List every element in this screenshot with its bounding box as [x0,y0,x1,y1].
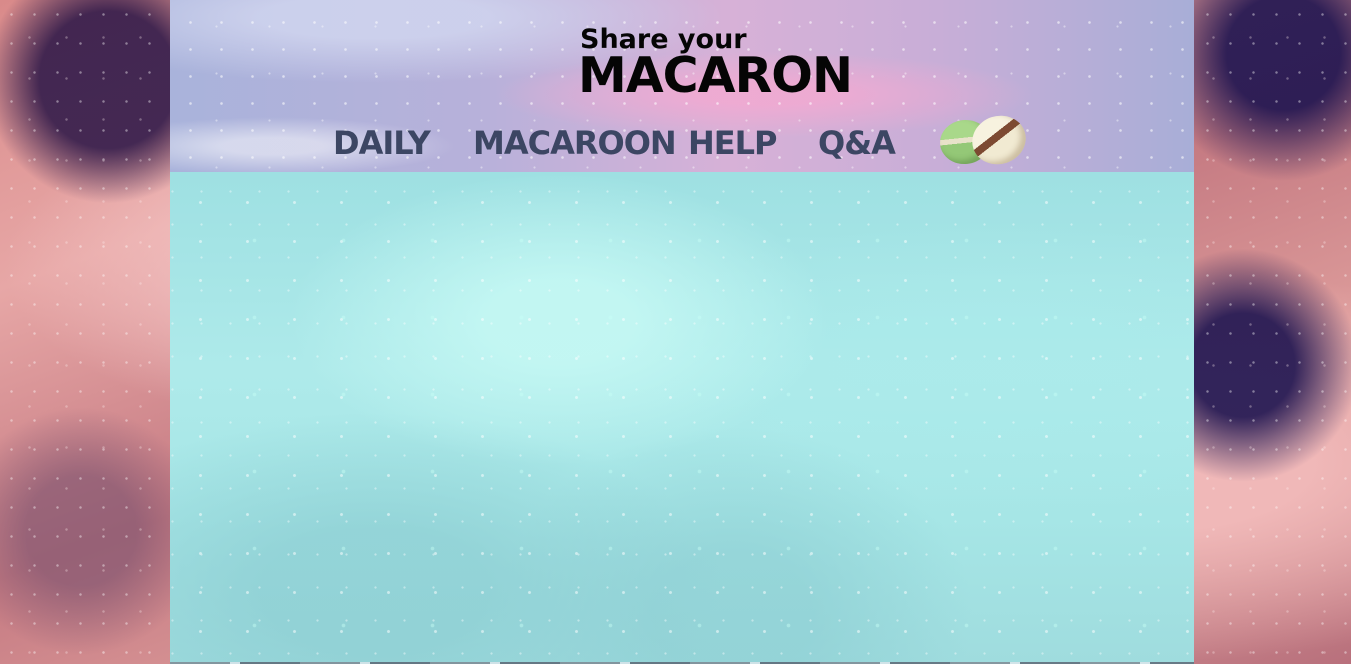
cream-macaron-icon [965,108,1033,172]
site-header: Share your MACARON DAILY MACAROON HELP Q… [170,0,1194,172]
macaron-image [937,108,1033,172]
page-container: Share your MACARON DAILY MACAROON HELP Q… [170,0,1194,664]
nav-item-daily[interactable]: DAILY [333,124,431,162]
nav-item-qa[interactable]: Q&A [818,124,896,162]
site-logo[interactable]: Share your MACARON [578,26,853,104]
nav-item-macaroon[interactable]: MACAROON [473,124,677,162]
logo-line-2: MACARON [578,47,853,104]
main-content-area [170,172,1194,664]
content-starfield [170,172,1194,664]
nav-item-help[interactable]: HELP [688,124,777,162]
main-nav: DAILY MACAROON HELP Q&A [170,124,1194,164]
